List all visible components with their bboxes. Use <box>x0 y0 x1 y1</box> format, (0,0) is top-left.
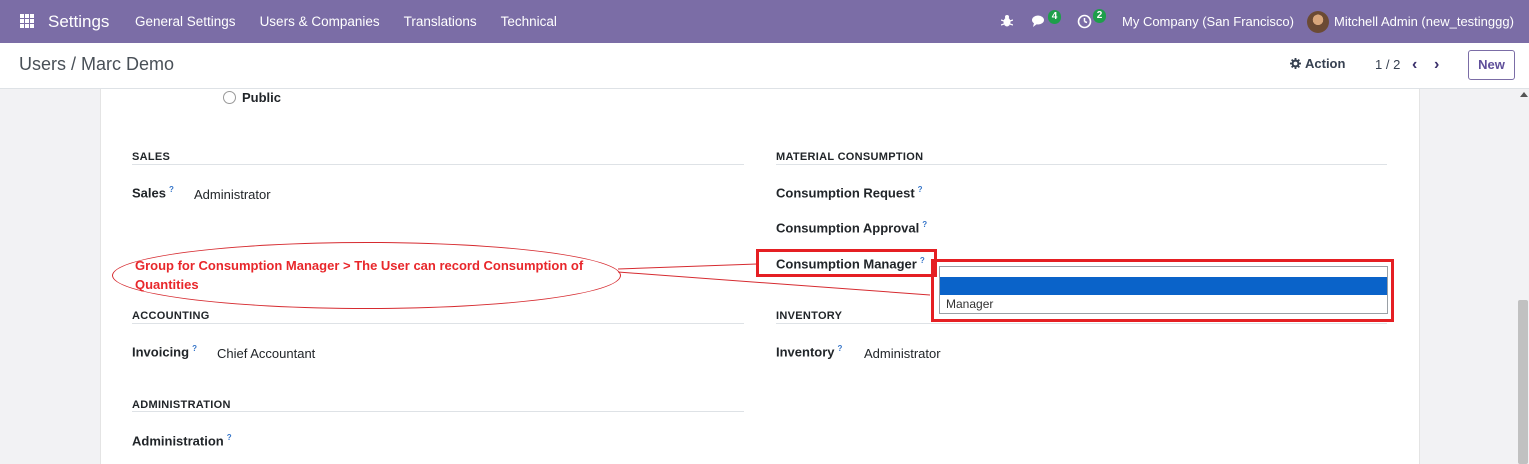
annotation-text: Group for Consumption Manager > The User… <box>135 258 584 292</box>
highlight-box-label <box>756 249 937 277</box>
highlight-box-dropdown <box>931 259 1394 322</box>
annotation-connector-lines <box>617 263 931 296</box>
